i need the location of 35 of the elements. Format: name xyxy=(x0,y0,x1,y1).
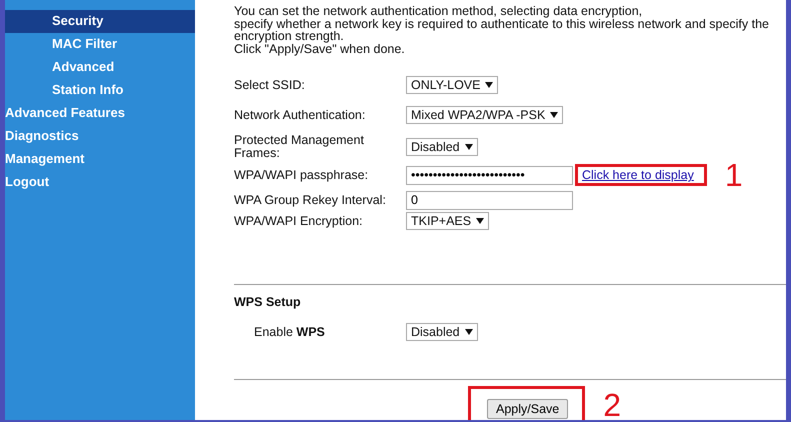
annotation-number: 2 xyxy=(603,390,622,420)
caret-icon xyxy=(476,218,484,224)
sidebar-item[interactable]: Station Info xyxy=(5,79,195,102)
field-label: WPA Group Rekey Interval: xyxy=(234,194,387,207)
section-heading: WPS Setup xyxy=(234,295,302,309)
caret-icon xyxy=(464,144,473,150)
apply-save-button[interactable]: Apply/Save xyxy=(487,399,568,419)
sidebar-item[interactable]: Advanced Features xyxy=(5,102,195,125)
annotation-number: 1 xyxy=(724,160,743,190)
caret-icon xyxy=(485,82,494,88)
dropdown[interactable]: Mixed WPA2/WPA -PSK xyxy=(406,106,564,124)
field-label: Select SSID: xyxy=(234,78,306,92)
intro-text: specify whether a network key is required to authenticate to this wireless network and specify the encryption strength. xyxy=(234,18,770,42)
dropdown[interactable]: TKIP+AES xyxy=(406,212,490,230)
caret-icon xyxy=(550,112,558,118)
passphrase-field[interactable]: •••••••••••••••••••••••••• xyxy=(406,166,573,185)
field-label: Network Authentication: xyxy=(234,108,366,122)
sidebar-item[interactable]: Diagnostics xyxy=(5,125,195,148)
caret-icon xyxy=(464,329,473,335)
field-label: Enable WPS xyxy=(254,326,326,338)
sidebar-item[interactable]: Security xyxy=(5,10,195,33)
sidebar-item[interactable]: MAC Filter xyxy=(5,33,195,56)
display-link[interactable]: Click here to display xyxy=(582,168,694,182)
sidebar-item[interactable]: Advanced xyxy=(5,56,195,79)
dropdown[interactable]: Disabled xyxy=(406,138,478,156)
sidebar-item[interactable]: Logout xyxy=(5,171,195,194)
dropdown[interactable]: ONLY-LOVE xyxy=(406,76,498,94)
input-field[interactable]: 0 xyxy=(406,190,573,210)
dropdown[interactable]: Disabled xyxy=(406,323,478,341)
sidebar-item[interactable]: Management xyxy=(5,148,195,171)
field-label: WPA/WAPI Encryption: xyxy=(234,214,364,228)
field-label: Protected Management Frames: xyxy=(234,134,365,160)
field-label: WPA/WAPI passphrase: xyxy=(234,168,370,182)
intro-text: You can set the network authentication method, selecting data encryption, xyxy=(234,5,644,18)
intro-text: Click "Apply/Save" when done. xyxy=(234,42,406,55)
